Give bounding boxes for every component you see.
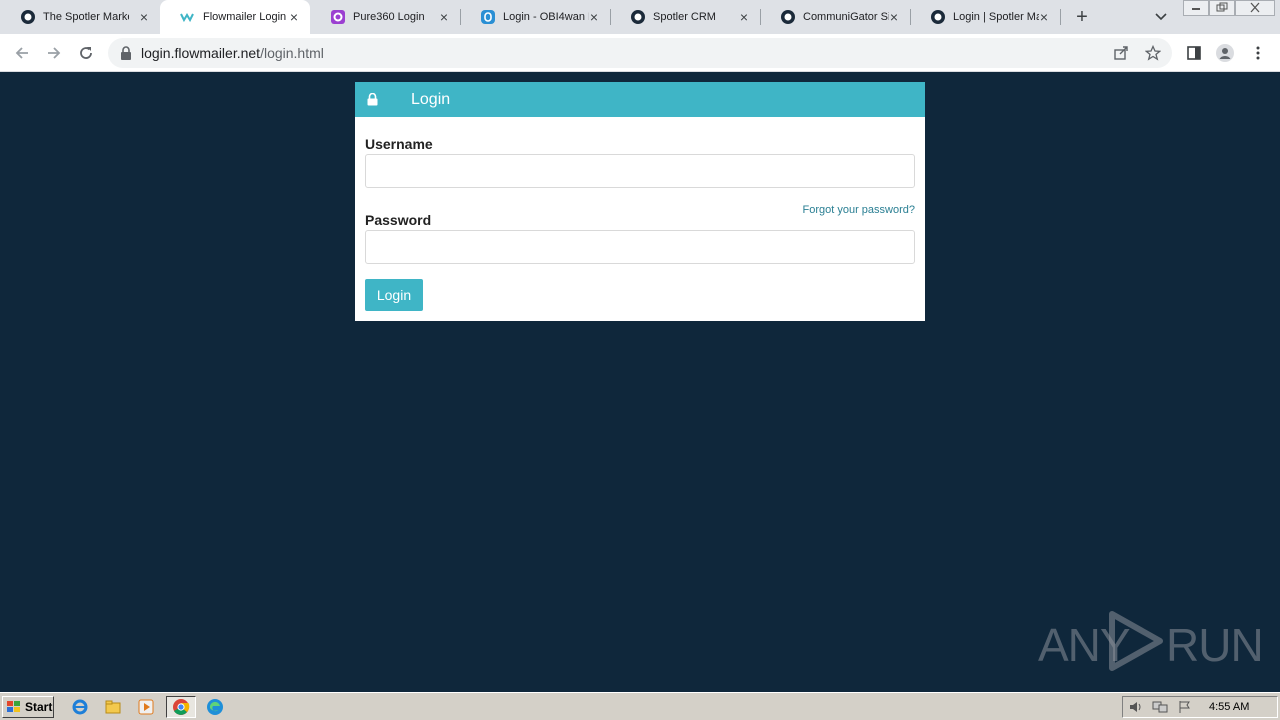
tab-spotler-marketing[interactable]: The Spotler Marke × bbox=[0, 0, 160, 34]
pure360-icon bbox=[330, 9, 346, 25]
tab-title: Login - OBI4wan L bbox=[503, 11, 589, 23]
profile-avatar-icon[interactable] bbox=[1215, 43, 1235, 63]
close-window-button[interactable] bbox=[1235, 0, 1275, 16]
kebab-menu-icon[interactable] bbox=[1248, 43, 1268, 63]
tab-separator bbox=[1060, 9, 1061, 25]
tab-spotler-crm[interactable]: Spotler CRM × bbox=[610, 0, 760, 34]
login-panel: Login Username Forgot your password? Pas… bbox=[355, 82, 925, 321]
tab-title: Flowmailer Login bbox=[203, 11, 287, 23]
taskbar-clock[interactable]: 4:55 AM bbox=[1209, 701, 1249, 713]
username-label: Username bbox=[365, 136, 433, 152]
tab-obi4wan-login[interactable]: Login - OBI4wan L × bbox=[460, 0, 610, 34]
network-icon[interactable] bbox=[1152, 700, 1168, 714]
close-tab-icon[interactable]: × bbox=[136, 9, 152, 25]
close-tab-icon[interactable]: × bbox=[736, 9, 752, 25]
url-path: /login.html bbox=[260, 45, 324, 61]
internet-explorer-icon[interactable] bbox=[68, 696, 92, 718]
share-icon[interactable] bbox=[1113, 45, 1129, 61]
forward-arrow-icon[interactable] bbox=[43, 42, 65, 64]
edge-icon[interactable] bbox=[203, 696, 227, 718]
side-panel-icon[interactable] bbox=[1184, 43, 1204, 63]
restore-button[interactable] bbox=[1209, 0, 1235, 16]
tab-title: CommuniGator Sin bbox=[803, 11, 889, 23]
tab-title: Pure360 Login bbox=[353, 11, 425, 23]
spotler-icon bbox=[20, 9, 36, 25]
lock-icon bbox=[367, 92, 378, 111]
tab-title: Login | Spotler Ma bbox=[953, 11, 1039, 23]
media-player-icon[interactable] bbox=[134, 696, 158, 718]
flowmailer-icon bbox=[180, 9, 196, 25]
chrome-icon[interactable] bbox=[166, 696, 196, 718]
tab-spotler-login[interactable]: Login | Spotler Ma × bbox=[910, 0, 1060, 34]
tab-title: Spotler CRM bbox=[653, 11, 716, 23]
url-host: login.flowmailer.net bbox=[141, 45, 261, 61]
action-center-flag-icon[interactable] bbox=[1177, 700, 1193, 714]
obi4wan-icon bbox=[480, 9, 496, 25]
anyrun-watermark: ANY RUN bbox=[1038, 608, 1264, 674]
tab-search-chevron-icon[interactable] bbox=[1152, 9, 1170, 25]
windows-logo-icon bbox=[7, 701, 20, 712]
windows-taskbar: Start 4:55 AM bbox=[0, 692, 1280, 720]
start-label: Start bbox=[25, 700, 53, 714]
login-button[interactable]: Login bbox=[365, 279, 423, 311]
login-panel-title: Login bbox=[411, 91, 451, 108]
spotler-icon bbox=[630, 9, 646, 25]
login-panel-header: Login bbox=[355, 82, 925, 117]
browser-toolbar: login.flowmailer.net/login.html bbox=[0, 34, 1280, 72]
password-label: Password bbox=[365, 212, 432, 228]
address-bar[interactable]: login.flowmailer.net/login.html bbox=[108, 38, 1172, 68]
file-explorer-icon[interactable] bbox=[101, 696, 125, 718]
start-button[interactable]: Start bbox=[2, 696, 54, 718]
username-input[interactable] bbox=[365, 154, 915, 188]
volume-icon[interactable] bbox=[1128, 700, 1144, 714]
watermark-text-right: RUN bbox=[1166, 619, 1264, 671]
close-tab-icon[interactable]: × bbox=[586, 9, 602, 25]
reload-icon[interactable] bbox=[75, 42, 97, 64]
spotler-icon bbox=[930, 9, 946, 25]
tab-pure360-login[interactable]: Pure360 Login × bbox=[310, 0, 460, 34]
close-tab-icon[interactable]: × bbox=[286, 9, 302, 25]
system-tray bbox=[1122, 696, 1278, 718]
back-arrow-icon[interactable] bbox=[11, 42, 33, 64]
bookmark-star-icon[interactable] bbox=[1144, 44, 1162, 61]
lock-icon bbox=[120, 46, 132, 65]
tab-flowmailer-login[interactable]: Flowmailer Login × bbox=[160, 0, 310, 34]
close-tab-icon[interactable]: × bbox=[436, 9, 452, 25]
close-tab-icon[interactable]: × bbox=[1036, 9, 1052, 25]
browser-tab-strip: The Spotler Marke × Flowmailer Login × P… bbox=[0, 0, 1280, 34]
new-tab-button[interactable]: + bbox=[1072, 7, 1092, 27]
close-tab-icon[interactable]: × bbox=[886, 9, 902, 25]
play-logo-icon bbox=[1109, 611, 1163, 671]
spotler-icon bbox=[780, 9, 796, 25]
minimize-button[interactable] bbox=[1183, 0, 1209, 16]
tab-title: The Spotler Marke bbox=[43, 11, 129, 23]
password-input[interactable] bbox=[365, 230, 915, 264]
forgot-password-link[interactable]: Forgot your password? bbox=[803, 204, 916, 216]
url-text: login.flowmailer.net/login.html bbox=[141, 45, 324, 61]
tab-communigator[interactable]: CommuniGator Sin × bbox=[760, 0, 910, 34]
